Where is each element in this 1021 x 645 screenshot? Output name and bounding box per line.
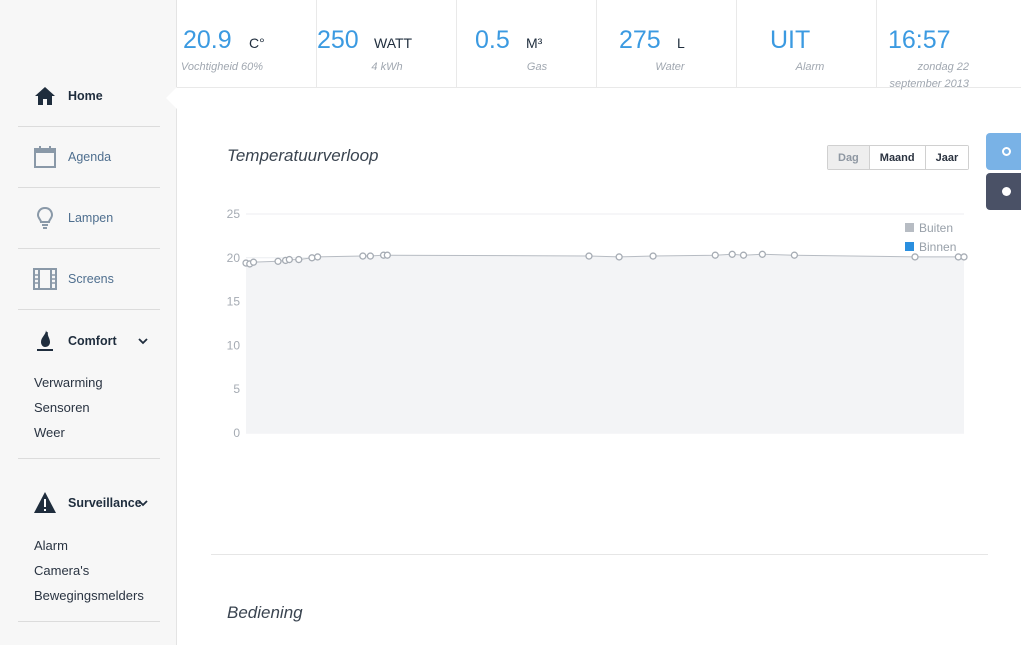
sidebar-item-screens[interactable]: Screens <box>18 249 160 310</box>
temperature-chart: 0 5 10 15 20 25 Buiten Binnen <box>227 207 968 440</box>
y-tick-label: 25 <box>227 207 241 221</box>
side-tab-light[interactable] <box>986 133 1021 170</box>
sidebar-group-label: Surveillance <box>68 495 142 510</box>
sidebar-group-label: Comfort <box>68 333 117 348</box>
stat-value: 275 <box>619 26 661 54</box>
lightbulb-icon <box>36 206 54 229</box>
sidebar-subitem-cameras[interactable]: Camera's <box>34 558 144 583</box>
data-point <box>285 255 293 264</box>
stat-unit: L <box>677 35 685 51</box>
stat-caption: Alarm <box>795 61 825 73</box>
legend-swatch <box>905 242 914 251</box>
calendar-icon <box>34 146 56 168</box>
y-tick-label: 15 <box>227 295 241 309</box>
data-point <box>911 253 919 261</box>
stat-value: 20.9 <box>183 26 232 54</box>
stat-caption: Vochtigheid 60% <box>180 61 264 73</box>
stat-value: 0.5 <box>475 26 510 54</box>
flame-icon <box>37 329 53 351</box>
sidebar-item-home[interactable]: Home <box>18 66 160 127</box>
range-selector: Dag Maand Jaar <box>827 145 970 170</box>
data-point <box>249 258 258 266</box>
legend-swatch <box>905 223 914 232</box>
data-point <box>366 252 375 260</box>
home-icon <box>35 87 55 105</box>
chevron-down-icon[interactable] <box>138 498 148 508</box>
stat-value: 250 <box>317 26 359 54</box>
active-item-pointer <box>166 87 177 109</box>
sidebar-item-label: Lampen <box>68 211 114 225</box>
stat-unit: C° <box>249 35 265 51</box>
stat-gas[interactable]: 0.5 M³ Gas <box>457 0 597 88</box>
sidebar-item-label: Home <box>68 89 103 103</box>
range-tab-dag[interactable]: Dag <box>828 146 870 169</box>
series-area-buiten <box>246 254 964 433</box>
stat-temperature[interactable]: 20.9 C° Vochtigheid 60% <box>177 0 317 88</box>
circle-outline-icon <box>1002 147 1011 156</box>
data-point <box>960 253 968 261</box>
surveillance-subitems: Alarm Camera's Bewegingsmelders <box>34 533 144 608</box>
side-tab-dark[interactable] <box>986 173 1021 210</box>
sidebar-item-agenda[interactable]: Agenda <box>18 127 160 188</box>
data-point <box>274 257 282 265</box>
data-point <box>728 250 736 258</box>
data-point <box>758 250 767 258</box>
warning-icon <box>34 491 56 513</box>
data-point <box>649 252 657 260</box>
sidebar-subitem-weer[interactable]: Weer <box>34 420 103 445</box>
circle-filled-icon <box>1002 187 1011 196</box>
sidebar-item-lampen[interactable]: Lampen <box>18 188 160 249</box>
range-tab-maand[interactable]: Maand <box>869 146 926 169</box>
film-icon <box>33 268 57 290</box>
range-tab-jaar[interactable]: Jaar <box>925 146 969 169</box>
sidebar-divider <box>18 458 160 459</box>
y-tick-label: 10 <box>227 338 241 352</box>
section-divider <box>211 554 988 555</box>
data-point <box>383 251 391 259</box>
chevron-down-icon[interactable] <box>138 336 148 346</box>
data-point <box>790 251 799 259</box>
y-tick-label: 0 <box>233 426 240 440</box>
legend-label: Buiten <box>919 221 953 235</box>
stat-caption: Gas <box>526 61 548 73</box>
data-point <box>615 253 623 261</box>
stat-unit: M³ <box>526 35 543 51</box>
stat-water[interactable]: 275 L Water <box>597 0 737 88</box>
stat-power[interactable]: 250 WATT 4 kWh <box>317 0 457 88</box>
stat-caption: Water <box>655 61 685 73</box>
data-point <box>585 252 593 260</box>
stat-value: 16:57 <box>888 26 951 54</box>
stat-value: UIT <box>770 26 811 54</box>
sidebar-subitem-bewegingsmelders[interactable]: Bewegingsmelders <box>34 583 144 608</box>
chart-title: Temperatuurverloop <box>227 146 379 165</box>
sidebar-group-comfort[interactable]: Comfort <box>18 310 160 371</box>
y-tick-label: 5 <box>233 382 240 396</box>
sidebar-subitem-alarm[interactable]: Alarm <box>34 533 144 558</box>
data-point <box>295 255 303 264</box>
controls-title: Bediening <box>227 603 303 622</box>
sidebar: Home Agenda Lampen Screens Comfort Verwa… <box>0 0 177 645</box>
legend-label: Binnen <box>919 240 956 254</box>
stats-header: 20.9 C° Vochtigheid 60% 250 WATT 4 kWh 0… <box>177 0 1021 90</box>
stat-caption: 4 kWh <box>371 61 403 73</box>
data-point <box>739 251 748 259</box>
sidebar-subitem-sensoren[interactable]: Sensoren <box>34 395 103 420</box>
sidebar-group-surveillance[interactable]: Surveillance <box>18 472 160 533</box>
data-point <box>308 254 316 262</box>
data-point <box>359 252 367 260</box>
y-tick-label: 20 <box>227 251 241 265</box>
stat-alarm[interactable]: UIT Alarm <box>737 0 877 88</box>
data-point <box>313 253 322 261</box>
sidebar-divider <box>18 621 160 622</box>
comfort-subitems: Verwarming Sensoren Weer <box>34 370 103 445</box>
sidebar-item-label: Agenda <box>68 150 112 164</box>
stat-date: zondag 22 september 2013 <box>889 61 970 90</box>
data-point <box>711 251 719 259</box>
sidebar-item-label: Screens <box>68 272 114 286</box>
sidebar-subitem-verwarming[interactable]: Verwarming <box>34 370 103 395</box>
stat-clock: 16:57 zondag 22 september 2013 <box>877 0 1021 90</box>
stat-unit: WATT <box>374 35 413 51</box>
